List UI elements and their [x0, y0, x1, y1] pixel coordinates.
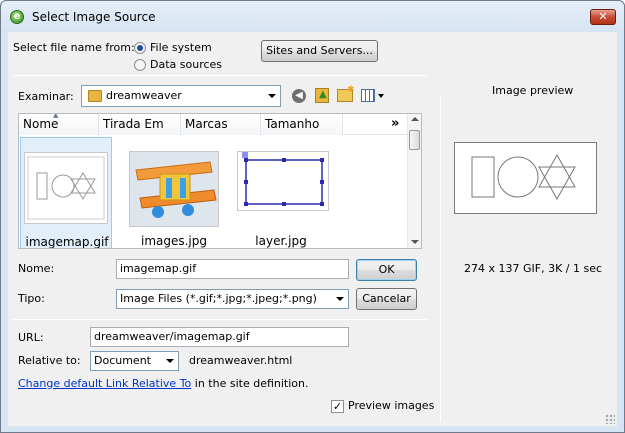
chevron-down-icon — [268, 94, 276, 98]
column-header-label: Nome — [23, 117, 59, 131]
source-label: Select file name from: — [13, 41, 135, 54]
file-name: images.jpg — [140, 234, 207, 248]
file-list[interactable]: Nome ▲ Tirada Em Marcas Tamanho » imagem… — [18, 113, 422, 249]
column-header-size[interactable]: Tamanho — [261, 114, 343, 135]
window-title: Select Image Source — [32, 10, 156, 24]
filename-label: Nome: — [18, 262, 55, 275]
radio-button-icon[interactable] — [134, 42, 146, 54]
change-link-relative-link[interactable]: Change default Link Relative To — [18, 377, 191, 390]
preview-images-label: Preview images — [348, 399, 435, 412]
file-thumbnail — [24, 152, 108, 224]
column-header-row: Nome ▲ Tirada Em Marcas Tamanho » — [19, 114, 409, 135]
image-preview-heading: Image preview — [492, 84, 574, 97]
relative-to-dropdown[interactable]: Document — [90, 351, 179, 371]
file-name: imagemap.gif — [25, 235, 109, 249]
column-header-date[interactable]: Tirada Em — [99, 114, 181, 135]
scroll-down-icon[interactable] — [411, 240, 419, 244]
filename-input[interactable]: imagemap.gif — [116, 259, 349, 279]
scroll-thumb[interactable] — [409, 130, 420, 150]
up-folder-icon[interactable]: ▲ — [315, 88, 329, 103]
relative-file-name: dreamweaver.html — [189, 354, 293, 367]
filetype-value: Image Files (*.gif;*.jpg;*.jpeg;*.png) — [120, 292, 317, 305]
ok-button[interactable]: OK — [356, 259, 417, 281]
sites-and-servers-button[interactable]: Sites and Servers... — [261, 40, 378, 62]
sort-ascending-icon: ▲ — [53, 113, 59, 119]
chevron-down-icon — [336, 297, 344, 301]
more-columns-button[interactable]: » — [391, 116, 399, 131]
url-label: URL: — [18, 331, 44, 344]
chevron-down-icon — [166, 359, 174, 363]
separator — [13, 75, 427, 76]
image-info: 274 x 137 GIF, 3K / 1 sec — [464, 262, 603, 275]
link-suffix-text: in the site definition. — [191, 377, 309, 390]
scroll-up-icon[interactable] — [411, 117, 419, 121]
separator — [440, 96, 441, 422]
radio-file-system-label: File system — [150, 41, 212, 54]
vertical-scrollbar[interactable] — [407, 114, 421, 248]
link-relative-row: Change default Link Relative To in the s… — [18, 377, 309, 390]
title-bar[interactable]: e Select Image Source ✕ — [1, 1, 624, 31]
filetype-label: Tipo: — [18, 292, 45, 305]
resize-grip-icon[interactable] — [605, 414, 615, 424]
star-icon: ✱ — [347, 85, 355, 95]
folder-icon — [88, 90, 102, 102]
relative-to-label: Relative to: — [18, 354, 81, 367]
up-arrow-icon: ▲ — [319, 89, 327, 100]
chevron-down-icon — [378, 94, 384, 98]
view-menu-button[interactable] — [361, 89, 385, 103]
file-thumbnail — [129, 151, 219, 227]
new-folder-icon[interactable]: ✱ — [337, 85, 355, 102]
close-button[interactable]: ✕ — [590, 9, 616, 25]
imagemap-thumbnail-image — [27, 156, 105, 220]
file-item-images[interactable]: images.jpg — [129, 137, 221, 248]
layer-thumbnail-image — [242, 152, 324, 206]
airplane-toy-image — [130, 152, 218, 226]
file-name: layer.jpg — [255, 234, 307, 248]
dialog-window: e Select Image Source ✕ Select file name… — [0, 0, 625, 433]
column-header-name[interactable]: Nome ▲ — [19, 114, 99, 135]
file-item-imagemap[interactable]: imagemap.gif — [20, 137, 112, 248]
lookin-label: Examinar: — [18, 90, 74, 103]
back-icon[interactable]: ◀ — [292, 89, 306, 103]
column-header-tags[interactable]: Marcas — [181, 114, 261, 135]
file-thumbnail — [237, 151, 329, 211]
filetype-dropdown[interactable]: Image Files (*.gif;*.jpg;*.jpeg;*.png) — [116, 289, 349, 309]
relative-to-value: Document — [94, 354, 151, 367]
image-preview-box — [454, 142, 597, 214]
view-icon — [361, 89, 375, 102]
radio-data-sources-label: Data sources — [150, 58, 223, 71]
cancel-button[interactable]: Cancelar — [356, 288, 417, 310]
preview-images-checkbox[interactable]: ✓ — [331, 400, 344, 413]
lookin-dropdown[interactable]: dreamweaver — [81, 85, 281, 107]
separator — [13, 319, 427, 320]
lookin-value: dreamweaver — [106, 89, 182, 102]
preview-image — [471, 153, 576, 201]
radio-button-icon[interactable] — [134, 59, 146, 71]
file-item-layer[interactable]: layer.jpg — [237, 137, 329, 248]
dialog-body: Select file name from: File system Data … — [8, 32, 617, 426]
url-input[interactable]: dreamweaver/imagemap.gif — [90, 327, 349, 347]
dreamweaver-app-icon: e — [10, 10, 24, 24]
